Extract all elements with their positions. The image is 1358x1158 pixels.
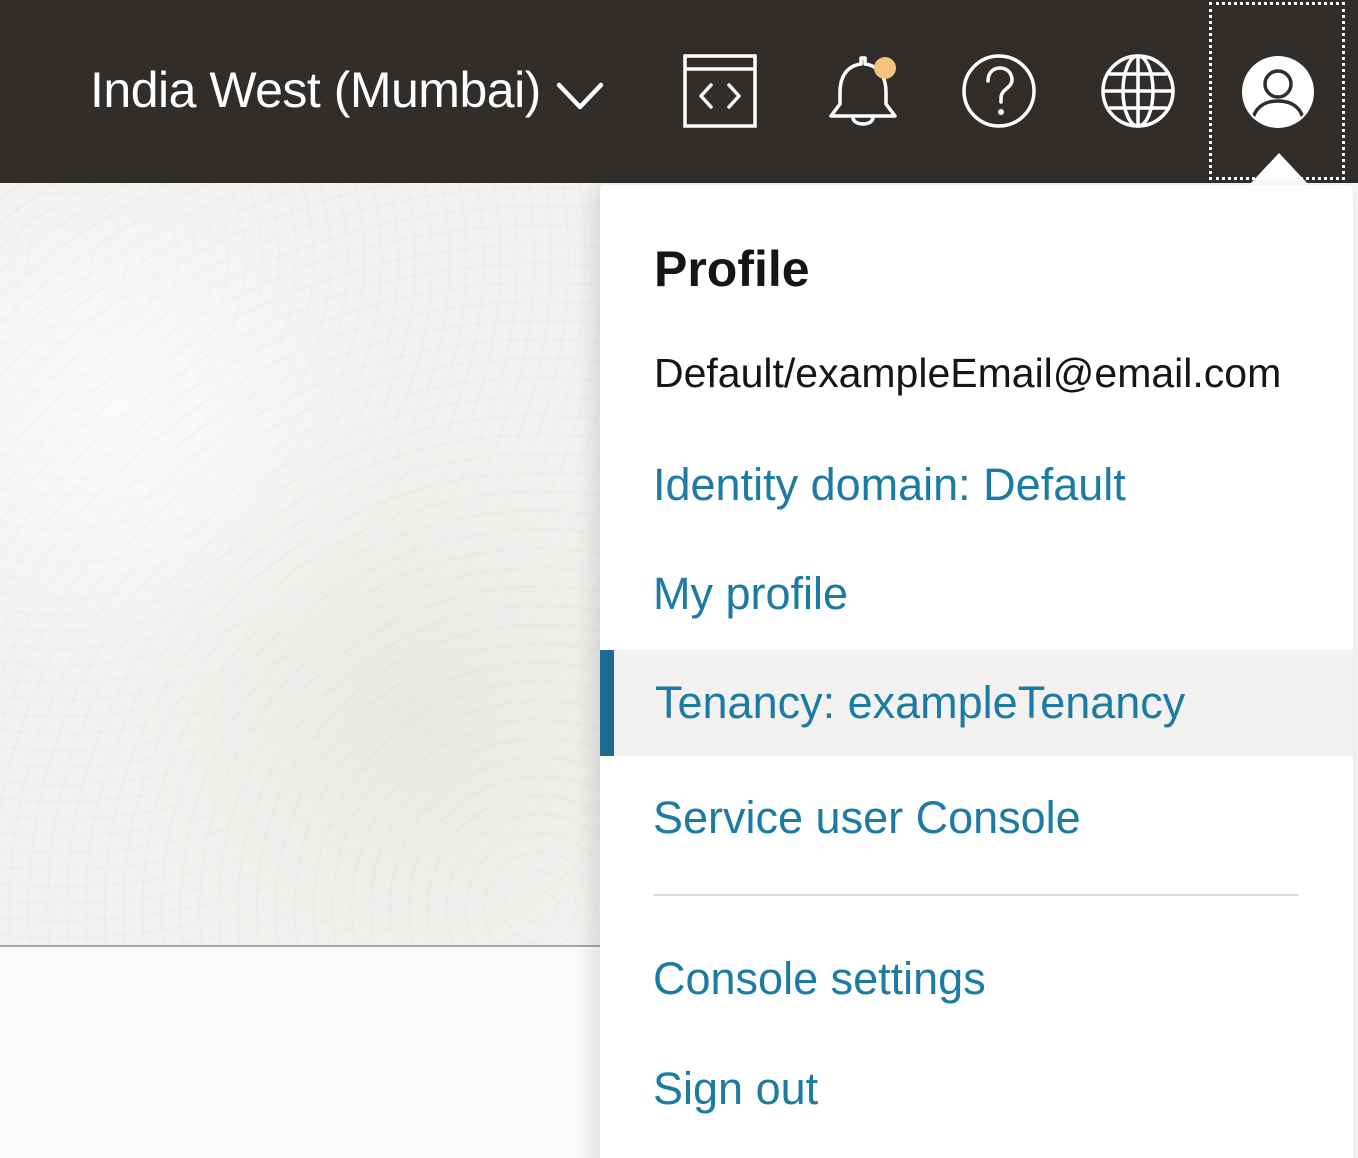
- globe-icon[interactable]: [1099, 52, 1177, 130]
- identity-domain-label: Identity domain: Default: [653, 459, 1126, 510]
- profile-dropdown-menu: Profile Default/exampleEmail@email.com I…: [600, 185, 1353, 1158]
- active-indicator: [600, 650, 614, 756]
- user-avatar-icon: [1241, 55, 1315, 129]
- bell-icon[interactable]: [824, 52, 902, 130]
- code-editor-icon[interactable]: [681, 52, 759, 130]
- help-icon[interactable]: [960, 52, 1038, 130]
- background-pattern: [0, 183, 600, 946]
- notification-dot: [874, 57, 896, 79]
- my-profile-link[interactable]: My profile: [600, 541, 1353, 647]
- console-settings-label: Console settings: [653, 953, 986, 1004]
- top-navigation-bar: India West (Mumbai): [0, 0, 1358, 183]
- sign-out-link[interactable]: Sign out: [600, 1036, 1353, 1142]
- service-user-console-link[interactable]: Service user Console: [600, 765, 1353, 871]
- background-lower-panel: [0, 947, 600, 1158]
- identity-domain-link[interactable]: Identity domain: Default: [600, 432, 1353, 538]
- service-user-console-label: Service user Console: [653, 792, 1081, 843]
- region-selector[interactable]: India West (Mumbai): [90, 55, 605, 125]
- menu-divider: [654, 894, 1298, 896]
- tenancy-link[interactable]: Tenancy: exampleTenancy: [600, 650, 1353, 756]
- region-label: India West (Mumbai): [90, 62, 541, 118]
- console-settings-link[interactable]: Console settings: [600, 926, 1353, 1032]
- user-identity-text: Default/exampleEmail@email.com: [654, 350, 1282, 396]
- tenancy-label: Tenancy: exampleTenancy: [655, 677, 1186, 728]
- profile-menu-title: Profile: [654, 241, 810, 297]
- chevron-down-icon: [556, 82, 604, 110]
- sign-out-label: Sign out: [653, 1063, 819, 1114]
- menu-caret: [1249, 153, 1309, 185]
- my-profile-label: My profile: [653, 568, 849, 619]
- console-page: India West (Mumbai) Profile Default/exam…: [0, 0, 1358, 1158]
